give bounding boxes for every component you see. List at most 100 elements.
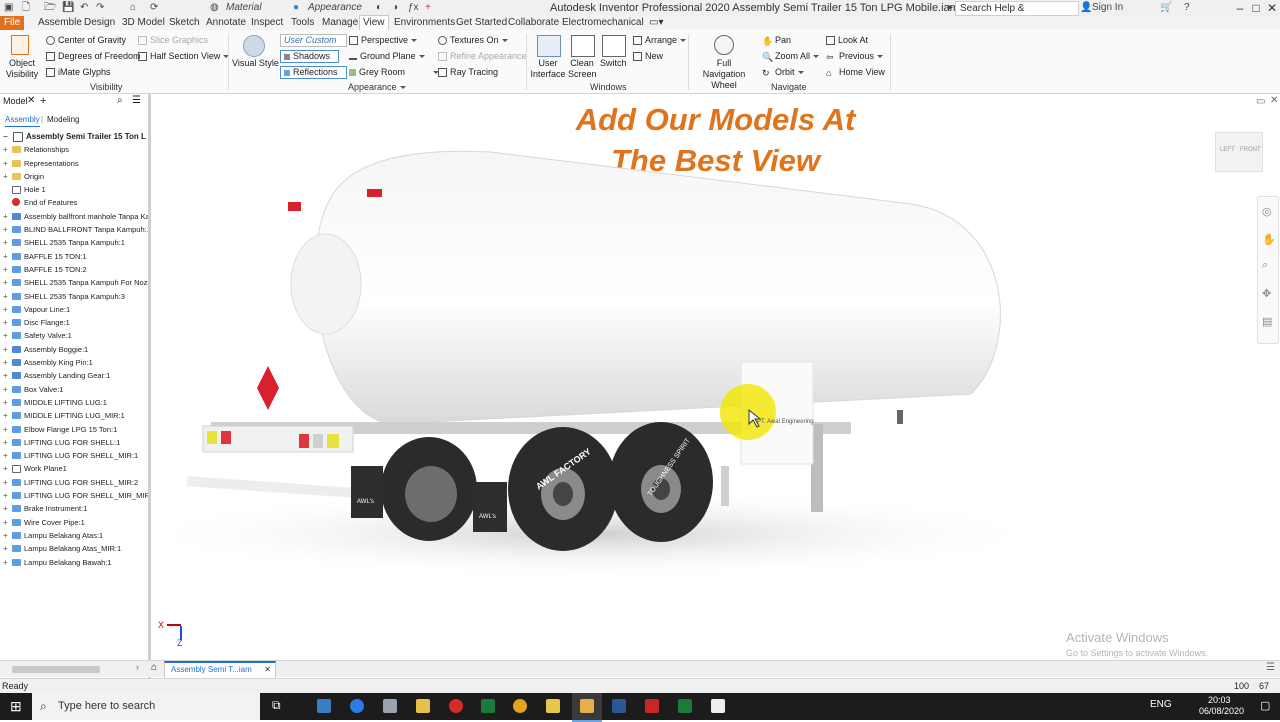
collapse-icon[interactable]: − <box>3 130 8 143</box>
expand-icon[interactable]: + <box>3 316 8 329</box>
tab-get-started[interactable]: Get Started <box>453 16 510 30</box>
tree-item[interactable]: + Assembly ballfront manhole Tanpa Ka <box>0 210 148 223</box>
tab-assemble[interactable]: Assemble <box>35 16 85 30</box>
tree-root[interactable]: − Assembly Semi Trailer 15 Ton L <box>0 130 148 143</box>
clock-time[interactable]: 20:03 <box>1208 695 1231 705</box>
previous-view-button[interactable]: ⇦ Previous <box>826 51 884 62</box>
store-icon[interactable] <box>317 699 331 713</box>
tab-design[interactable]: Design <box>81 16 118 30</box>
user-custom-select[interactable]: User Custom <box>280 34 347 47</box>
expand-icon[interactable]: + <box>3 423 8 436</box>
app-logo-icon[interactable]: ▣ <box>4 1 13 15</box>
tree-item[interactable]: + SHELL 2535 Tanpa Kampuh:3 <box>0 290 148 303</box>
chrome-icon[interactable] <box>513 699 527 713</box>
viewcube-left-face[interactable]: LEFT <box>1220 147 1235 153</box>
tab-file[interactable]: File <box>0 16 24 30</box>
tree-item[interactable]: + Relationships <box>0 143 148 156</box>
close-button[interactable]: ✕ <box>1262 0 1280 16</box>
tree-item[interactable]: End of Features <box>0 196 148 209</box>
language-indicator[interactable]: ENG <box>1150 699 1172 710</box>
tree-item[interactable]: + BAFFLE 15 TON:2 <box>0 263 148 276</box>
add-icon[interactable]: + <box>425 1 431 15</box>
expand-icon[interactable]: + <box>3 383 8 396</box>
tab-menu-icon[interactable]: ☰ <box>1266 662 1275 673</box>
tree-item[interactable]: + BLIND BALLFRONT Tanpa Kampuh:1 <box>0 223 148 236</box>
expand-icon[interactable]: + <box>3 143 8 156</box>
material-icon[interactable]: ◍ <box>210 1 219 15</box>
tab-annotate[interactable]: Annotate <box>203 16 249 30</box>
expand-icon[interactable]: + <box>3 263 8 276</box>
expand-icon[interactable]: + <box>3 276 8 289</box>
viewcube-front-face[interactable]: FRONT <box>1240 147 1261 153</box>
restore-viewport-icon[interactable]: ▭ <box>1256 96 1265 107</box>
expand-icon[interactable]: + <box>3 396 8 409</box>
taskbar-search-box[interactable]: ⌕ Type here to search <box>32 693 260 720</box>
tree-item[interactable]: + Disc Flange:1 <box>0 316 148 329</box>
help-icon[interactable]: ? <box>1184 1 1190 15</box>
expand-icon[interactable]: + <box>3 236 8 249</box>
tree-item[interactable]: + SHELL 2535 Tanpa Kampuh:1 <box>0 236 148 249</box>
document-tab[interactable]: Assembly Semi T...iam ✕ <box>164 661 276 679</box>
expand-icon[interactable]: + <box>3 529 8 542</box>
new-file-icon[interactable]: 🗋 <box>22 1 30 15</box>
home-view-button[interactable]: ⌂ Home View <box>826 67 885 78</box>
viewcube[interactable]: LEFT FRONT <box>1215 132 1263 172</box>
half-section-view-button[interactable]: Half Section View <box>138 51 230 62</box>
tree-item[interactable]: + Assembly Landing Gear:1 <box>0 369 148 382</box>
new-window-button[interactable]: New <box>633 51 663 62</box>
nav-zoom-icon[interactable]: ⌕ <box>1262 259 1268 272</box>
expand-icon[interactable]: + <box>3 356 8 369</box>
nav-orbit-icon[interactable]: ✥ <box>1262 287 1271 300</box>
tree-item[interactable]: + Wire Cover Pipe:1 <box>0 516 148 529</box>
excel-icon[interactable] <box>678 699 692 713</box>
tree-item[interactable]: + LIFTING LUG FOR SHELL:1 <box>0 436 148 449</box>
nav-look-at-icon[interactable]: ▤ <box>1262 315 1272 328</box>
open-file-icon[interactable]: 🗁 <box>44 1 56 15</box>
expand-icon[interactable]: + <box>3 449 8 462</box>
tree-item[interactable]: + Brake Instrument:1 <box>0 502 148 515</box>
degrees-of-freedom-button[interactable]: Degrees of Freedom <box>46 51 141 62</box>
object-visibility-button[interactable]: Object Visibility <box>4 58 40 80</box>
expand-icon[interactable]: + <box>3 516 8 529</box>
undo-icon[interactable]: ↶ <box>80 1 88 15</box>
tree-item[interactable]: + Lampu Belakang Atas:1 <box>0 529 148 542</box>
close-viewport-icon[interactable]: ✕ <box>1270 95 1278 106</box>
sign-in-link[interactable]: Sign In <box>1092 1 1123 15</box>
search-icon[interactable]: ⌕ <box>117 94 123 108</box>
tree-item[interactable]: + BAFFLE 15 TON:1 <box>0 250 148 263</box>
expand-icon[interactable]: + <box>3 210 8 223</box>
ray-tracing-button[interactable]: Ray Tracing <box>438 67 498 78</box>
tree-item[interactable]: + Box Valve:1 <box>0 383 148 396</box>
tree-item[interactable]: + Work Plane1 <box>0 462 148 475</box>
expand-icon[interactable]: + <box>3 329 8 342</box>
slice-graphics-button[interactable]: Slice Graphics <box>138 35 208 46</box>
graphics-window[interactable]: Add Our Models At The Best View AWL FACT… <box>151 94 1280 660</box>
tree-item[interactable]: + Lampu Belakang Atas_MIR:1 <box>0 542 148 555</box>
expand-icon[interactable]: + <box>3 409 8 422</box>
pan-button[interactable]: ✋ Pan <box>762 35 791 46</box>
center-of-gravity-button[interactable]: Center of Gravity <box>46 35 126 46</box>
full-navigation-wheel-button[interactable]: Full Navigation Wheel <box>697 58 751 91</box>
panel-toggle-icon[interactable]: ▭▾ <box>646 16 666 30</box>
switch-button[interactable]: Switch <box>600 58 627 69</box>
shadows-button[interactable]: Shadows <box>280 50 339 63</box>
scroll-right-icon[interactable]: › <box>136 662 139 672</box>
expand-icon[interactable]: + <box>3 250 8 263</box>
update-icon[interactable]: ⟳ <box>150 1 158 15</box>
tree-item[interactable]: + Safety Valve:1 <box>0 329 148 342</box>
zoom-all-button[interactable]: 🔍 Zoom All <box>762 51 820 62</box>
notification-icon[interactable]: ▢ <box>1260 699 1270 712</box>
expand-icon[interactable]: + <box>3 489 8 502</box>
help-search-input[interactable]: Search Help & Commands... <box>955 1 1079 27</box>
tree-item[interactable]: + Lampu Belakang Bawah:1 <box>0 556 148 569</box>
file-explorer-icon[interactable] <box>416 699 430 713</box>
expand-icon[interactable]: + <box>3 462 8 475</box>
expand-icon[interactable]: + <box>3 343 8 356</box>
clock-date[interactable]: 06/08/2020 <box>1199 706 1244 716</box>
app-icon[interactable] <box>711 699 725 713</box>
close-tab-icon[interactable]: ✕ <box>264 663 271 677</box>
refine-appearance-button[interactable]: Refine Appearance <box>438 51 527 62</box>
reflections-button[interactable]: Reflections <box>280 66 347 79</box>
expand-icon[interactable]: + <box>3 303 8 316</box>
nav-wheel-icon[interactable]: ◎ <box>1262 205 1272 218</box>
